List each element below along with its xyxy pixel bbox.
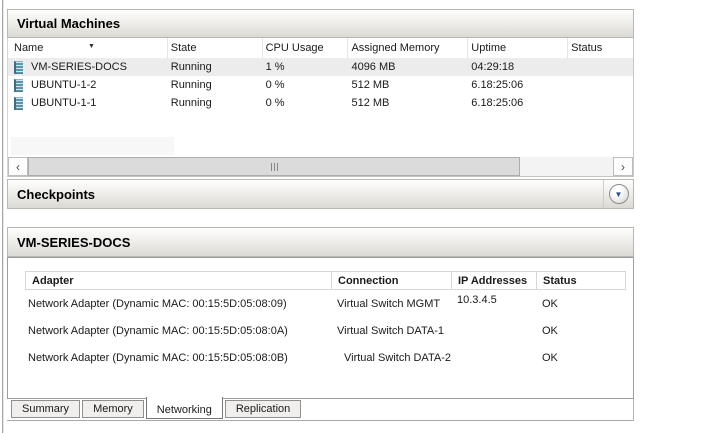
column-header-cpu-usage[interactable]: CPU Usage — [263, 38, 349, 58]
vm-memory: 512 MB — [348, 79, 468, 91]
scroll-right-icon: › — [621, 160, 625, 174]
checkpoints-header: Checkpoints ▼ — [7, 179, 634, 209]
column-header-status[interactable]: Status — [568, 38, 633, 58]
vm-state: Running — [168, 79, 263, 91]
vm-memory: 4096 MB — [348, 61, 468, 73]
scrollbar-thumb[interactable] — [28, 157, 520, 176]
virtual-machine-icon — [14, 79, 23, 92]
adapter-ip — [451, 325, 536, 344]
column-header-status: Status — [537, 272, 625, 289]
adapter-name: Network Adapter (Dynamic MAC: 00:15:5D:0… — [25, 352, 331, 371]
checkpoints-expander-cell: ▼ — [603, 180, 633, 208]
tab-summary[interactable]: Summary — [11, 400, 80, 418]
vm-state: Running — [168, 97, 263, 109]
vm-name: UBUNTU-1-2 — [31, 79, 96, 91]
adapter-row: Network Adapter (Dynamic MAC: 00:15:5D:0… — [25, 344, 626, 371]
column-header-name[interactable]: Name ▼ — [8, 38, 168, 58]
vm-row-vm-series-docs[interactable]: VM-SERIES-DOCS Running 1 % 4096 MB 04:29… — [8, 58, 633, 76]
pane-splitter-highlight — [3, 0, 4, 433]
adapter-ip — [451, 352, 536, 371]
tab-networking[interactable]: Networking — [146, 397, 223, 419]
checkpoints-title: Checkpoints — [17, 187, 95, 202]
virtual-machines-list: Name ▼ State CPU Usage Assigned Memory U… — [7, 38, 634, 177]
adapter-row: Network Adapter (Dynamic MAC: 00:15:5D:0… — [25, 290, 626, 317]
column-header-name-label: Name — [14, 42, 43, 54]
details-tab-strip: Summary Memory Networking Replication — [7, 399, 634, 421]
networking-details-panel: Adapter Connection IP Addresses Status N… — [7, 257, 634, 399]
vm-state: Running — [168, 61, 263, 73]
column-header-assigned-memory[interactable]: Assigned Memory — [348, 38, 468, 58]
vm-list-column-headers: Name ▼ State CPU Usage Assigned Memory U… — [8, 38, 633, 58]
adapter-row: Network Adapter (Dynamic MAC: 00:15:5D:0… — [25, 317, 626, 344]
vm-cpu: 0 % — [263, 97, 349, 109]
vm-name-cell: VM-SERIES-DOCS — [8, 61, 168, 74]
hyperv-center-pane: Virtual Machines Name ▼ State CPU Usage … — [0, 0, 713, 433]
column-header-ip-addresses: IP Addresses — [452, 272, 537, 289]
pane-bottom-border — [7, 420, 634, 421]
scroll-right-button[interactable]: › — [613, 157, 633, 176]
adapter-connection: Virtual Switch MGMT — [331, 298, 451, 317]
virtual-machines-header: Virtual Machines — [7, 9, 634, 38]
adapter-name: Network Adapter (Dynamic MAC: 00:15:5D:0… — [25, 325, 331, 344]
chevron-down-icon: ▼ — [615, 190, 623, 199]
virtual-machine-icon — [14, 61, 23, 74]
column-header-connection: Connection — [332, 272, 452, 289]
name-column-shade — [11, 137, 174, 155]
adapter-ip: 10.3.4.5 — [451, 294, 536, 313]
adapters-table: Adapter Connection IP Addresses Status N… — [25, 271, 626, 371]
sort-descending-icon: ▼ — [88, 43, 95, 50]
horizontal-scrollbar[interactable]: ‹ › — [8, 157, 633, 176]
adapter-connection: Virtual Switch DATA-1 — [331, 325, 451, 344]
scroll-left-button[interactable]: ‹ — [8, 157, 28, 176]
vm-details-header: VM-SERIES-DOCS — [7, 227, 634, 257]
vm-name-cell: UBUNTU-1-1 — [8, 97, 168, 110]
scrollbar-thumb-grip — [274, 163, 275, 171]
adapter-name: Network Adapter (Dynamic MAC: 00:15:5D:0… — [25, 298, 331, 317]
adapter-connection: Virtual Switch DATA-2 — [331, 352, 451, 371]
vm-name-cell: UBUNTU-1-2 — [8, 79, 168, 92]
scrollbar-track[interactable] — [28, 157, 613, 176]
vm-uptime: 6.18:25:06 — [468, 79, 568, 91]
vm-row-ubuntu-1-1[interactable]: UBUNTU-1-1 Running 0 % 512 MB 6.18:25:06 — [8, 94, 633, 112]
tab-replication[interactable]: Replication — [225, 400, 301, 418]
tab-memory[interactable]: Memory — [82, 400, 144, 418]
adapters-table-header: Adapter Connection IP Addresses Status — [25, 271, 626, 290]
vm-memory: 512 MB — [348, 97, 468, 109]
vm-name: UBUNTU-1-1 — [31, 97, 96, 109]
scroll-left-icon: ‹ — [16, 160, 20, 174]
column-header-uptime[interactable]: Uptime — [468, 38, 568, 58]
vm-uptime: 6.18:25:06 — [468, 97, 568, 109]
virtual-machines-title: Virtual Machines — [17, 16, 120, 31]
vm-name: VM-SERIES-DOCS — [31, 61, 127, 73]
vm-cpu: 0 % — [263, 79, 349, 91]
virtual-machine-icon — [14, 97, 23, 110]
vm-row-ubuntu-1-2[interactable]: UBUNTU-1-2 Running 0 % 512 MB 6.18:25:06 — [8, 76, 633, 94]
scrollbar-thumb-grip — [271, 163, 272, 171]
adapter-status: OK — [536, 325, 624, 344]
vm-cpu: 1 % — [263, 61, 349, 73]
vm-uptime: 04:29:18 — [468, 61, 568, 73]
checkpoints-expand-button[interactable]: ▼ — [609, 184, 629, 204]
adapter-status: OK — [536, 298, 624, 317]
column-header-state[interactable]: State — [168, 38, 263, 58]
vm-details-title: VM-SERIES-DOCS — [17, 235, 130, 250]
adapter-status: OK — [536, 352, 624, 371]
scrollbar-thumb-grip — [277, 163, 278, 171]
column-header-adapter: Adapter — [26, 272, 332, 289]
